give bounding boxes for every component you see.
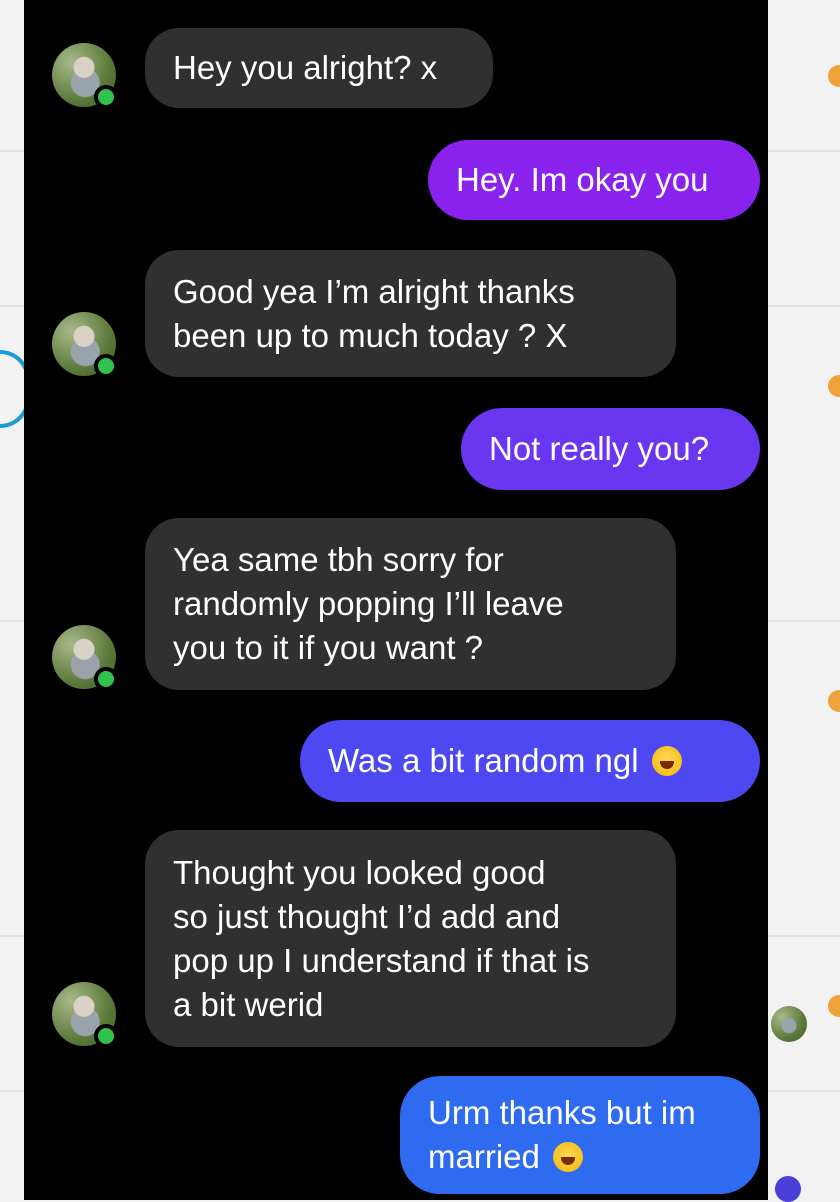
rolling-on-floor-laughing-emoji xyxy=(651,746,682,776)
message-text: Not really you? xyxy=(489,430,710,467)
rolling-on-floor-laughing-emoji xyxy=(553,1142,584,1172)
incoming-message-bubble[interactable]: Yea same tbh sorry for randomly popping … xyxy=(145,518,676,690)
message-text: pop up I understand if that is xyxy=(173,941,590,979)
message-text: Thought you looked good xyxy=(173,853,546,891)
outgoing-message-bubble[interactable]: Urm thanks but im married xyxy=(400,1076,760,1194)
incoming-message-bubble[interactable]: Hey you alright? x xyxy=(145,28,493,108)
background-badge xyxy=(828,375,840,397)
contact-avatar[interactable] xyxy=(52,625,118,691)
incoming-message-bubble[interactable]: Thought you looked good so just thought … xyxy=(145,830,676,1047)
message-text: Was a bit random ngl xyxy=(328,742,639,779)
outgoing-message-bubble[interactable]: Not really you? xyxy=(461,408,760,490)
message-text: Hey. Im okay you xyxy=(456,161,709,198)
message-text: you to it if you want ? xyxy=(173,629,484,666)
background-badge xyxy=(828,65,840,87)
online-status-dot xyxy=(94,354,118,378)
contact-avatar[interactable] xyxy=(52,982,118,1048)
message-text: Hey you alright? x xyxy=(173,49,438,86)
delivered-check-icon xyxy=(775,1176,801,1202)
message-text: Good yea I’m alright thanks xyxy=(173,272,575,310)
message-text: randomly popping I’ll leave xyxy=(173,585,564,622)
message-line: Was a bit random ngl xyxy=(328,739,732,783)
background-badge xyxy=(828,995,840,1017)
contact-avatar[interactable] xyxy=(52,312,118,378)
online-status-dot xyxy=(94,1024,118,1048)
online-status-dot xyxy=(94,85,118,109)
message-text: married xyxy=(428,1138,540,1175)
read-receipt-avatar xyxy=(771,1006,807,1042)
message-text: Urm thanks but im xyxy=(428,1094,696,1131)
online-status-dot xyxy=(94,667,118,691)
message-text: a bit werid xyxy=(173,985,324,1023)
message-text: so just thought I’d add and xyxy=(173,897,561,935)
message-text: been up to much today ? X xyxy=(173,316,568,354)
message-line: married xyxy=(428,1135,732,1179)
message-text: Yea same tbh sorry for xyxy=(173,541,504,578)
conversation-thread[interactable]: Hey you alright? x Hey. Im okay you Good… xyxy=(24,0,768,1200)
outgoing-message-bubble[interactable]: Was a bit random ngl xyxy=(300,720,760,802)
outgoing-message-bubble[interactable]: Hey. Im okay you xyxy=(428,140,760,220)
background-badge xyxy=(828,690,840,712)
contact-avatar[interactable] xyxy=(52,43,118,109)
incoming-message-bubble[interactable]: Good yea I’m alright thanks been up to m… xyxy=(145,250,676,377)
